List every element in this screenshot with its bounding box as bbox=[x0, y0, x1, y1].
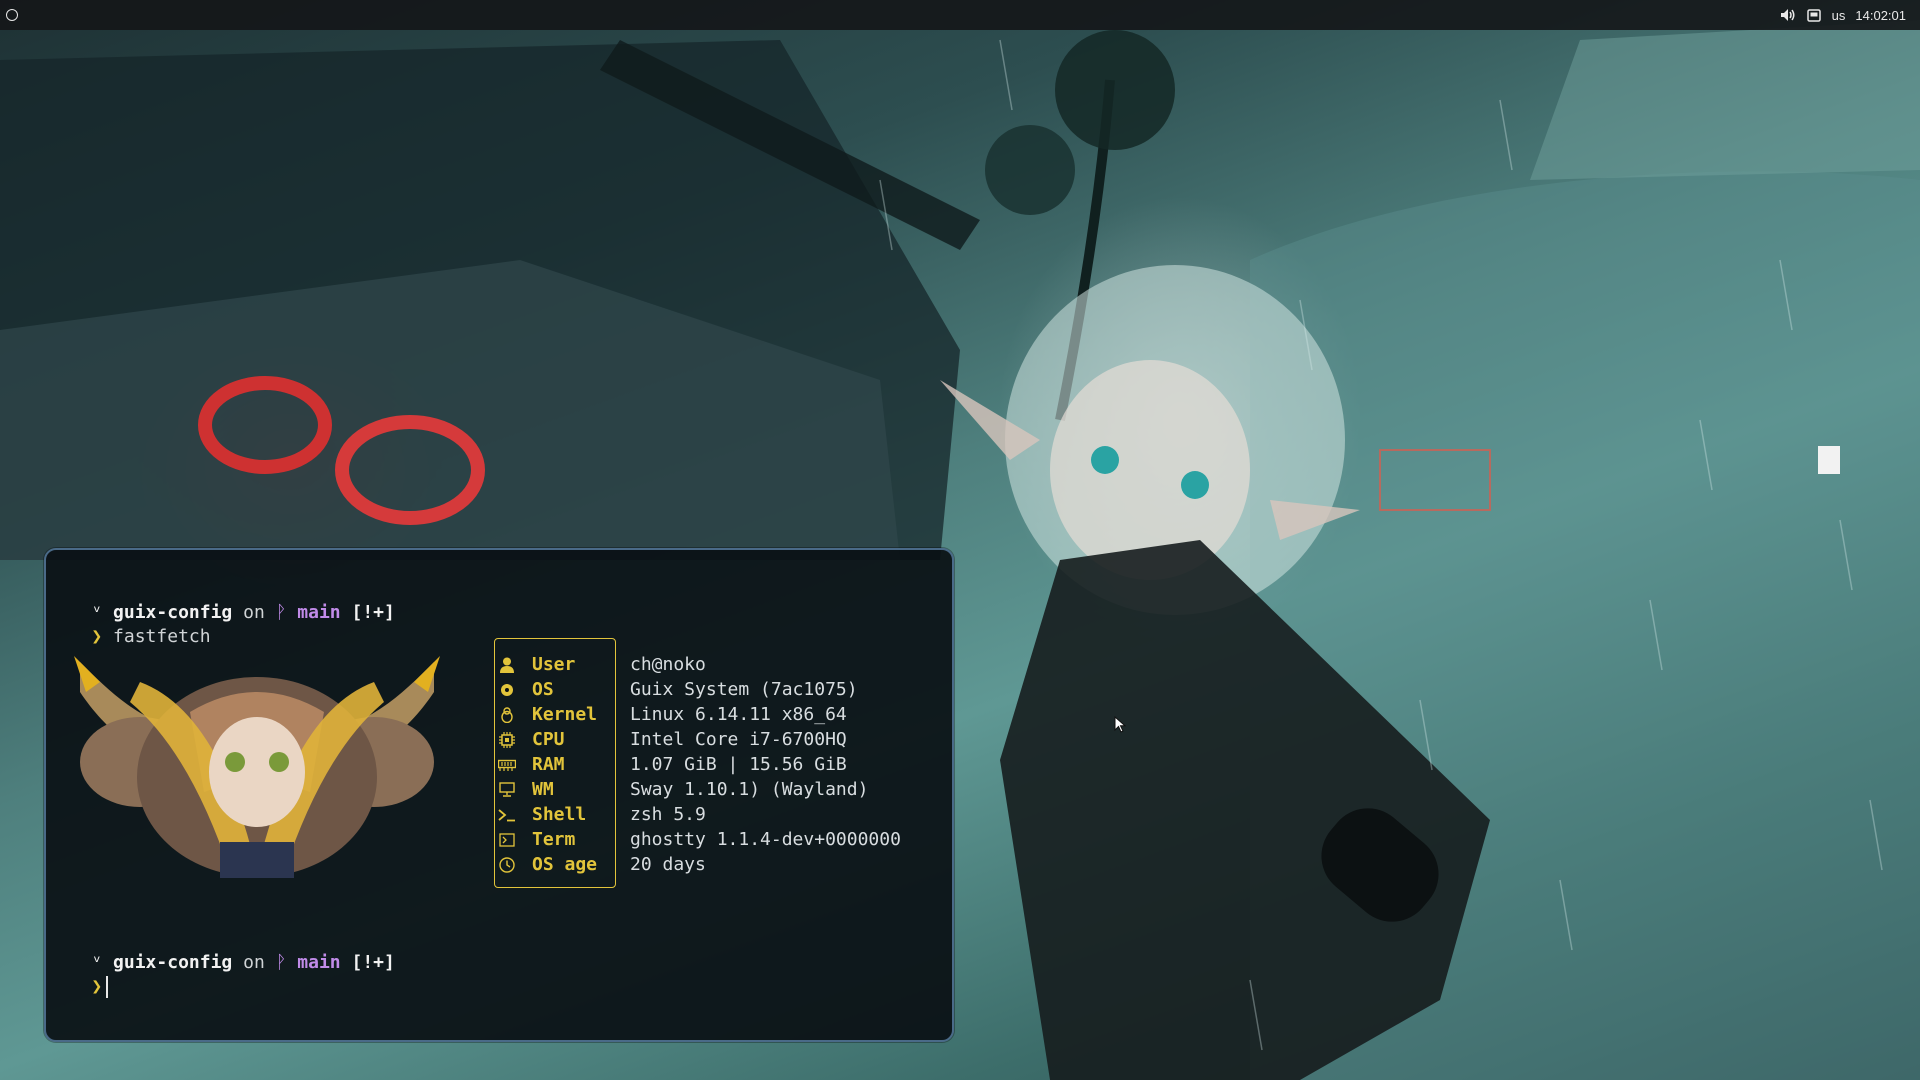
info-value-ram: 1.07 GiB | 15.56 GiB bbox=[630, 754, 847, 775]
monitor-icon bbox=[498, 781, 516, 799]
terminal-icon bbox=[498, 831, 516, 849]
clock-icon bbox=[498, 856, 516, 874]
os-icon bbox=[498, 681, 516, 699]
info-key-label: Term bbox=[532, 829, 576, 850]
prompt-char: ❯ bbox=[91, 626, 103, 647]
prompt-on: on bbox=[243, 602, 265, 623]
ram-icon bbox=[498, 756, 516, 774]
info-key-os-age: OS age bbox=[498, 852, 597, 877]
info-key-kernel: Kernel bbox=[498, 702, 597, 727]
info-key-shell: Shell bbox=[498, 802, 597, 827]
info-key-user: User bbox=[498, 652, 597, 677]
clock: 14:02:01 bbox=[1855, 7, 1906, 23]
terminal-window[interactable]: ᵛ guix-config on ᚹ main [!+] ❯ fastfetch… bbox=[44, 548, 954, 1042]
info-key-label: CPU bbox=[532, 729, 565, 750]
cpu-icon bbox=[498, 731, 516, 749]
info-key-term: Term bbox=[498, 827, 597, 852]
info-key-label: OS bbox=[532, 679, 554, 700]
info-key-cpu: CPU bbox=[498, 727, 597, 752]
keyboard-layout[interactable]: us bbox=[1832, 8, 1846, 23]
info-key-label: RAM bbox=[532, 754, 565, 775]
prompt-line-2: ᵛ guix-config on ᚹ main [!+] bbox=[48, 927, 395, 973]
info-key-os: OS bbox=[498, 677, 597, 702]
git-branch-icon: ᚹ bbox=[275, 952, 287, 973]
info-value-wm: Sway 1.10.1) (Wayland) bbox=[630, 779, 869, 800]
input-line[interactable]: ❯ bbox=[48, 951, 109, 998]
info-key-label: OS age bbox=[532, 854, 598, 875]
prompt-git-status: [!+] bbox=[351, 602, 395, 623]
info-key-label: Kernel bbox=[532, 704, 598, 725]
info-key-wm: WM bbox=[498, 777, 597, 802]
prompt-git-status: [!+] bbox=[351, 952, 395, 973]
volume-icon[interactable] bbox=[1780, 7, 1796, 23]
shell-icon bbox=[498, 806, 516, 824]
git-branch-icon: ᚹ bbox=[275, 602, 287, 623]
prompt-branch: main bbox=[297, 602, 341, 623]
command-text: fastfetch bbox=[113, 626, 211, 647]
info-value-user: ch@noko bbox=[630, 654, 706, 675]
prompt-dir: guix-config bbox=[113, 952, 233, 973]
info-value-kernel: Linux 6.14.11 x86_64 bbox=[630, 704, 847, 725]
command-line: ❯ fastfetch bbox=[48, 601, 210, 647]
kernel-icon bbox=[498, 706, 516, 724]
info-value-shell: zsh 5.9 bbox=[630, 804, 706, 825]
top-bar: us 14:02:01 bbox=[0, 0, 1920, 30]
info-value-os: Guix System (7ac1075) bbox=[630, 679, 858, 700]
prompt-on: on bbox=[243, 952, 265, 973]
tray-window-icon[interactable] bbox=[1806, 7, 1822, 23]
text-cursor bbox=[106, 976, 109, 998]
info-key-label: User bbox=[532, 654, 576, 675]
info-key-label: Shell bbox=[532, 804, 587, 825]
mouse-pointer-icon bbox=[1114, 716, 1126, 733]
prompt-line-1: ᵛ guix-config on ᚹ main [!+] bbox=[48, 577, 395, 623]
info-value-cpu: Intel Core i7-6700HQ bbox=[630, 729, 847, 750]
info-value-os-age: 20 days bbox=[630, 854, 706, 875]
info-key-label: WM bbox=[532, 779, 554, 800]
info-key-ram: RAM bbox=[498, 752, 597, 777]
fastfetch-values: ch@noko Guix System (7ac1075) Linux 6.14… bbox=[630, 652, 901, 877]
fastfetch-keys: User OS Kernel CPU RAM WM Shell Term OS … bbox=[498, 652, 597, 877]
user-icon bbox=[498, 656, 516, 674]
fastfetch-logo bbox=[74, 656, 440, 878]
prompt-branch: main bbox=[297, 952, 341, 973]
workspace-indicator[interactable] bbox=[6, 9, 18, 21]
prompt-char: ❯ bbox=[91, 976, 103, 997]
info-value-term: ghostty 1.1.4-dev+0000000 bbox=[630, 829, 901, 850]
